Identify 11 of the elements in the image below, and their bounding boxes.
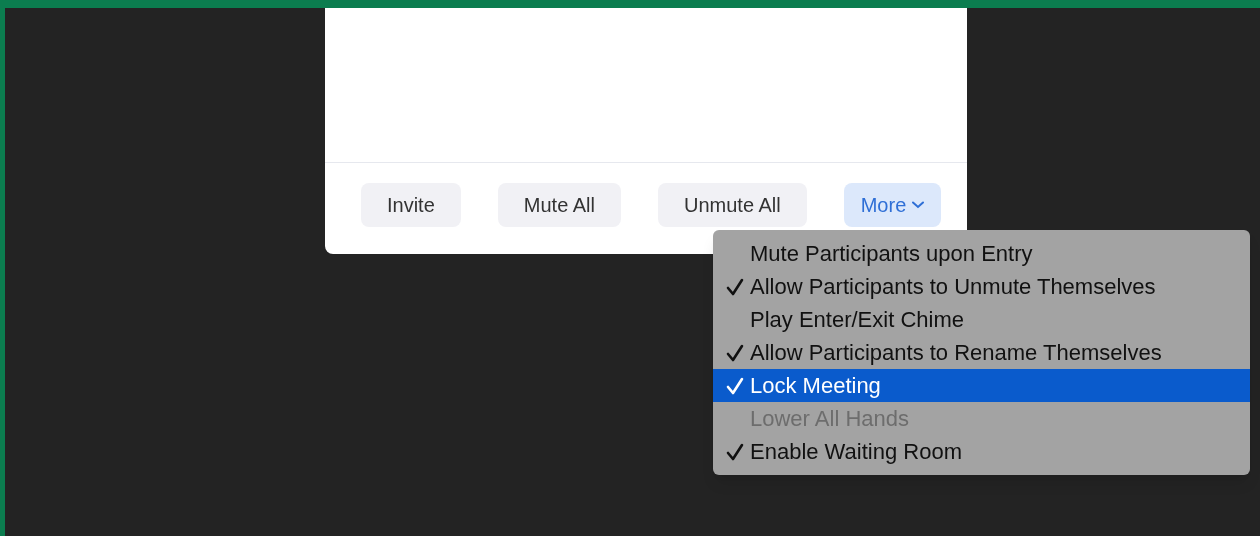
menu-item[interactable]: Lock Meeting [713,369,1250,402]
toolbar-button[interactable]: Mute All [497,183,621,227]
more-button[interactable]: More [843,183,942,227]
toolbar-button[interactable]: Unmute All [657,183,807,227]
menu-item[interactable]: Enable Waiting Room [713,435,1250,468]
menu-item[interactable]: Play Enter/Exit Chime [713,303,1250,336]
chevron-down-icon [912,201,925,209]
toolbar-button[interactable]: Invite [361,183,461,227]
menu-item[interactable]: Allow Participants to Rename Themselves [713,336,1250,369]
menu-item[interactable]: Allow Participants to Unmute Themselves [713,270,1250,303]
menu-item[interactable]: Mute Participants upon Entry [713,237,1250,270]
